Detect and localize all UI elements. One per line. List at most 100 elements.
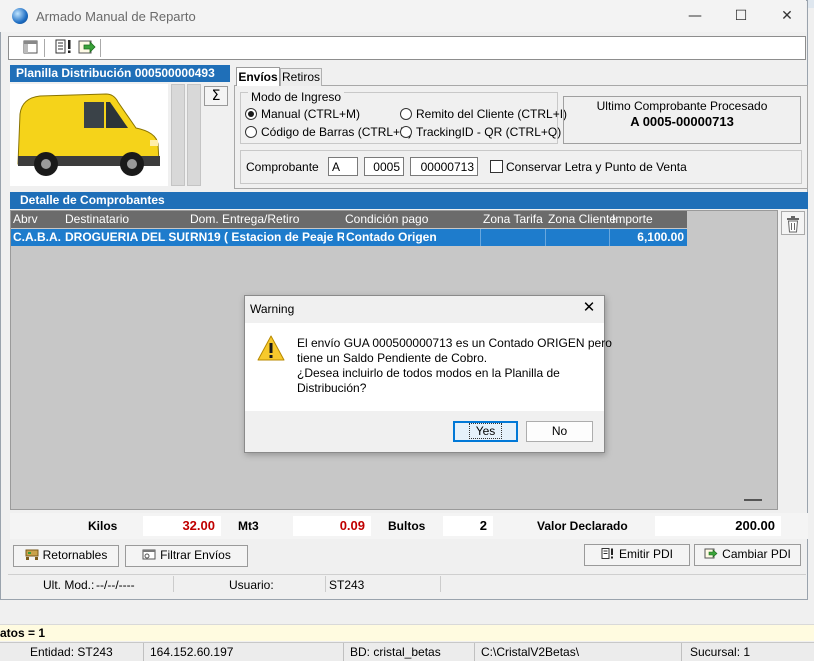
yes-button[interactable]: Yes bbox=[453, 421, 518, 442]
usuario-value: ST243 bbox=[329, 578, 365, 592]
dialog-close-button[interactable]: ✕ bbox=[580, 298, 598, 316]
dialog-message-line: El envío GUA 000500000713 es un Contado … bbox=[297, 336, 612, 350]
cell-separator bbox=[480, 229, 481, 246]
column-header-zona-cliente[interactable]: Zona Cliente bbox=[548, 212, 616, 226]
warning-icon bbox=[256, 334, 286, 362]
column-header-domicilio[interactable]: Dom. Entrega/Retiro bbox=[190, 212, 299, 226]
radio-codigo-barras-label[interactable]: Código de Barras (CTRL+B) bbox=[261, 125, 412, 139]
cell-separator bbox=[545, 229, 546, 246]
usuario-label: Usuario: bbox=[229, 578, 274, 592]
status-separator bbox=[143, 643, 144, 661]
comprobante-punto-venta-field[interactable]: 0005 bbox=[364, 157, 404, 176]
column-header-importe[interactable]: Importe bbox=[612, 212, 653, 226]
document-alert-icon[interactable] bbox=[54, 38, 74, 56]
emitir-pdi-button[interactable]: Emitir PDI bbox=[584, 544, 690, 566]
retornables-label: Retornables bbox=[42, 548, 108, 562]
radio-remito-cliente[interactable] bbox=[400, 108, 412, 120]
comprobante-label: Comprobante bbox=[246, 160, 319, 174]
ult-mod-label: Ult. Mod.: bbox=[43, 578, 95, 592]
cell-separator bbox=[609, 229, 610, 246]
mt3-value: 0.09 bbox=[293, 516, 371, 536]
ultimo-comprobante-label: Ultimo Comprobante Procesado bbox=[596, 99, 768, 113]
datos-bar bbox=[0, 624, 814, 641]
radio-manual[interactable] bbox=[245, 108, 257, 120]
minimize-button[interactable]: — bbox=[672, 0, 718, 32]
conservar-checkbox[interactable] bbox=[490, 160, 503, 173]
tab-retiros[interactable]: Retiros bbox=[280, 68, 322, 86]
status-separator bbox=[343, 643, 344, 661]
column-header-abrv[interactable]: Abrv bbox=[13, 212, 38, 226]
bultos-label: Bultos bbox=[388, 519, 426, 533]
yes-label: Yes bbox=[468, 423, 503, 439]
status-separator bbox=[681, 643, 682, 661]
conservar-label[interactable]: Conservar Letra y Punto de Venta bbox=[506, 160, 687, 174]
dialog-message-line: ¿Desea incluirlo de todos modos en la Pl… bbox=[297, 366, 560, 380]
window-layout-icon[interactable] bbox=[22, 38, 42, 56]
dialog-message: El envío GUA 000500000713 es un Contado … bbox=[297, 336, 612, 396]
cell-abrv[interactable]: C.A.B.A. bbox=[13, 230, 63, 244]
status-sucursal: Sucursal: 1 bbox=[690, 645, 751, 659]
vertical-scrollbar[interactable] bbox=[187, 84, 201, 186]
dialog-message-line: Distribución? bbox=[297, 381, 367, 395]
vertical-scrollbar[interactable] bbox=[171, 84, 185, 186]
radio-remito-cliente-label[interactable]: Remito del Cliente (CTRL+I) bbox=[416, 107, 567, 121]
status-separator bbox=[474, 643, 475, 661]
ultimo-comprobante-value: A 0005-00000713 bbox=[630, 114, 734, 129]
van-image bbox=[10, 84, 168, 186]
status-separator bbox=[325, 576, 326, 592]
status-path: C:\CristalV2Betas\ bbox=[481, 645, 580, 659]
comprobante-numero-field[interactable]: 00000713 bbox=[410, 157, 478, 176]
bultos-value: 2 bbox=[443, 516, 493, 536]
toolbar-separator bbox=[44, 39, 45, 57]
cambiar-pdi-label: Cambiar PDI bbox=[722, 547, 791, 561]
column-header-zona-tarifa[interactable]: Zona Tarifa bbox=[483, 212, 543, 226]
filtrar-envios-label: Filtrar Envíos bbox=[160, 548, 231, 562]
radio-codigo-barras[interactable] bbox=[245, 126, 257, 138]
filter-window-icon bbox=[142, 547, 156, 560]
valor-declarado-value: 200.00 bbox=[655, 516, 781, 536]
comprobante-letra-field[interactable]: A bbox=[328, 157, 358, 176]
status-entidad: Entidad: ST243 bbox=[30, 645, 113, 659]
emitir-pdi-label: Emitir PDI bbox=[619, 547, 673, 561]
cambiar-pdi-button[interactable]: Cambiar PDI bbox=[694, 544, 801, 566]
delete-button[interactable] bbox=[781, 211, 805, 235]
filtrar-envios-button[interactable]: Filtrar Envíos bbox=[125, 545, 248, 567]
cell-condicion-pago[interactable]: Contado Origen bbox=[346, 230, 480, 244]
radio-tracking-qr-label[interactable]: TrackingID - QR (CTRL+Q) bbox=[416, 125, 561, 139]
trash-icon bbox=[787, 216, 799, 233]
export-arrow-icon bbox=[704, 546, 718, 559]
status-ip: 164.152.60.197 bbox=[150, 645, 234, 659]
cell-domicilio[interactable]: RN19 ( Estacion de Peaje R bbox=[190, 230, 344, 244]
toolbar-separator bbox=[100, 39, 101, 57]
radio-manual-label[interactable]: Manual (CTRL+M) bbox=[261, 107, 360, 121]
status-separator bbox=[440, 576, 441, 592]
detalle-header: Detalle de Comprobantes bbox=[10, 192, 808, 209]
retornables-button[interactable]: Retornables bbox=[13, 545, 119, 567]
kilos-value: 32.00 bbox=[143, 516, 221, 536]
valor-declarado-label: Valor Declarado bbox=[537, 519, 628, 533]
close-window-button[interactable]: ✕ bbox=[764, 0, 810, 32]
planilla-header: Planilla Distribución 000500000493 bbox=[10, 65, 230, 82]
cell-importe[interactable]: 6,100.00 bbox=[612, 230, 684, 244]
no-button[interactable]: No bbox=[526, 421, 593, 442]
datos-count: atos = 1 bbox=[0, 626, 46, 640]
toolbar bbox=[8, 36, 806, 60]
dialog-title: Warning bbox=[250, 302, 295, 316]
export-arrow-icon[interactable] bbox=[77, 38, 97, 56]
document-alert-icon bbox=[601, 546, 615, 559]
mt3-label: Mt3 bbox=[238, 519, 259, 533]
tab-envios[interactable]: Envíos bbox=[236, 67, 280, 86]
app-globe-icon bbox=[12, 8, 28, 24]
status-separator bbox=[173, 576, 174, 592]
radio-tracking-qr[interactable] bbox=[400, 126, 412, 138]
dialog-message-line: tiene un Saldo Pendiente de Cobro. bbox=[297, 351, 488, 365]
ult-mod-value: --/--/---- bbox=[96, 578, 135, 592]
cell-destinatario[interactable]: DROGUERIA DEL SUD S bbox=[65, 230, 189, 244]
column-header-condicion-pago[interactable]: Condición pago bbox=[345, 212, 428, 226]
column-header-destinatario[interactable]: Destinatario bbox=[65, 212, 129, 226]
grid-resize-handle[interactable] bbox=[744, 499, 762, 501]
maximize-button[interactable]: ☐ bbox=[718, 0, 764, 32]
modo-ingreso-legend: Modo de Ingreso bbox=[248, 90, 345, 104]
sigma-button[interactable]: Σ bbox=[204, 86, 228, 106]
window-title: Armado Manual de Reparto bbox=[36, 9, 196, 24]
